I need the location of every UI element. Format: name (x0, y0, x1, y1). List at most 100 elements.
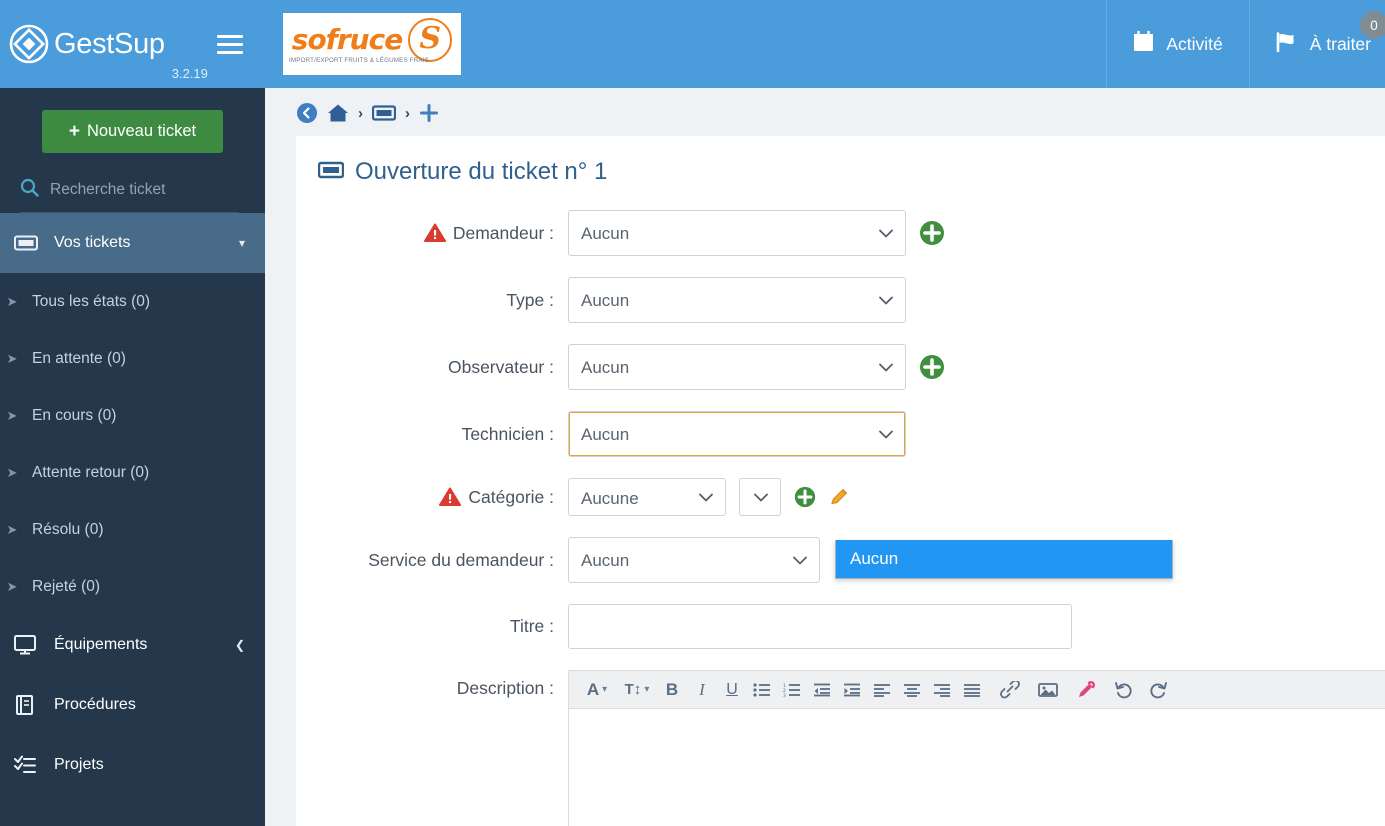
titre-input[interactable] (568, 604, 1072, 649)
field-row-type: Type : Aucun (296, 277, 1385, 323)
sidebar-item-procedures[interactable]: Procédures (0, 675, 265, 735)
plus-icon[interactable] (419, 103, 439, 123)
align-right-icon[interactable] (927, 671, 957, 709)
sidebar-item-rejete[interactable]: ➤ Rejeté (0) (0, 558, 265, 615)
topbar-item-label: Activité (1166, 33, 1223, 54)
main-area: sofruce S IMPORT/EXPORT FRUITS & LÉGUMES… (265, 0, 1385, 826)
add-demandeur-button[interactable] (919, 220, 945, 246)
font-size-icon[interactable]: T↕ ▾ (617, 671, 657, 709)
sidebar: GestSup 3.2.19 + Nouveau ticket Recherch… (0, 0, 265, 826)
new-ticket-button[interactable]: + Nouveau ticket (42, 110, 223, 153)
sidebar-item-projets[interactable]: Projets (0, 735, 265, 795)
company-logo-word: sofruce (291, 23, 403, 56)
chevron-right-icon: ➤ (6, 578, 18, 594)
field-label-description: Description : (296, 670, 568, 699)
field-row-demandeur: Demandeur : Aucun (296, 210, 1385, 256)
company-logo-mark: S (408, 18, 453, 62)
sidebar-item-equipements[interactable]: Équipements ❮ (0, 615, 265, 675)
sidebar-item-en-cours[interactable]: ➤ En cours (0) (0, 387, 265, 444)
status-badge: 0 (1360, 11, 1385, 39)
field-label-text: Technicien : (461, 423, 554, 444)
field-control-type: Aucun (568, 277, 906, 323)
sidebar-subitem-label: Rejeté (0) (32, 577, 101, 595)
back-arrow-icon[interactable] (296, 102, 318, 124)
topbar-item-activite[interactable]: Activité (1106, 0, 1248, 88)
field-row-titre: Titre : (296, 604, 1385, 649)
sidebar-item-tous-les-etats[interactable]: ➤ Tous les états (0) (0, 273, 265, 330)
italic-icon[interactable]: I (687, 671, 717, 709)
field-control-technicien: Aucun (568, 411, 906, 457)
book-icon (14, 694, 40, 716)
company-logo-row: sofruce S (291, 18, 453, 62)
categorie-sub-select[interactable] (739, 478, 781, 516)
app-version: 3.2.19 (171, 66, 208, 81)
field-control-categorie: Aucune (568, 478, 849, 516)
link-icon[interactable] (995, 671, 1025, 709)
list-check-icon (14, 755, 40, 775)
outdent-icon[interactable] (807, 671, 837, 709)
plus-icon: + (68, 121, 80, 142)
underline-icon[interactable]: U (717, 671, 747, 709)
ticket-search[interactable] (20, 178, 239, 213)
font-color-icon[interactable]: A ▾ (577, 671, 617, 709)
sidebar-item-vos-tickets[interactable]: Vos tickets ▾ (0, 213, 265, 273)
editor-toolbar: A ▾ T↕ ▾ B I U 1 2 3 (569, 671, 1385, 709)
align-justify-icon[interactable] (957, 671, 987, 709)
categorie-select[interactable]: Aucune (568, 478, 726, 516)
add-categorie-button[interactable] (794, 486, 816, 508)
home-icon[interactable] (327, 103, 349, 123)
bullet-list-icon[interactable] (747, 671, 777, 709)
undo-icon[interactable] (1109, 671, 1139, 709)
company-logo: sofruce S IMPORT/EXPORT FRUITS & LÉGUMES… (283, 13, 461, 75)
image-icon[interactable] (1033, 671, 1063, 709)
dropdown-option-aucun[interactable]: Aucun (836, 540, 1172, 578)
type-select[interactable]: Aucun (568, 277, 906, 323)
app-title: GestSup (54, 27, 165, 60)
topbar-item-a-traiter[interactable]: À traiter 0 (1248, 0, 1385, 88)
sidebar-item-label: Vos tickets (54, 234, 131, 251)
field-row-description: Description : A ▾ T↕ ▾ B I U 1 2 3 (296, 670, 1385, 826)
bold-icon[interactable]: B (657, 671, 687, 709)
company-logo-letter: S (419, 21, 442, 56)
field-label-text: Demandeur : (452, 222, 554, 243)
sidebar-item-resolu[interactable]: ➤ Résolu (0) (0, 501, 265, 558)
ticket-icon (317, 158, 345, 186)
description-editor-body[interactable] (569, 709, 1385, 826)
chevron-right-icon: ➤ (6, 521, 18, 537)
align-left-icon[interactable] (867, 671, 897, 709)
calendar-icon (1133, 30, 1154, 57)
observateur-select[interactable]: Aucun (568, 344, 906, 390)
monitor-icon (14, 635, 40, 655)
ticket-form-card: Ouverture du ticket n° 1 Demandeur: Auc… (296, 136, 1385, 826)
numbered-list-icon[interactable]: 1 2 3 (777, 671, 807, 709)
sidebar-item-attente-retour[interactable]: ➤ Attente retour (0) (0, 444, 265, 501)
technicien-select[interactable]: Aucun (568, 411, 906, 457)
page-title: Ouverture du ticket n° 1 (296, 136, 1385, 204)
indent-icon[interactable] (837, 671, 867, 709)
chevron-right-icon: ➤ (6, 464, 18, 480)
breadcrumb-separator: › (358, 104, 363, 122)
ticket-icon[interactable] (372, 105, 396, 121)
align-center-icon[interactable] (897, 671, 927, 709)
redo-icon[interactable] (1143, 671, 1173, 709)
hamburger-menu-icon[interactable] (217, 30, 243, 59)
field-label-text: Titre : (509, 616, 554, 636)
service-demandeur-select[interactable]: Aucun (568, 537, 820, 583)
highlighter-pen-icon[interactable] (1071, 671, 1101, 709)
sidebar-subitem-label: Tous les états (0) (32, 292, 151, 310)
field-control-demandeur: Aucun (568, 210, 945, 256)
sidebar-subitem-label: En cours (0) (32, 406, 117, 424)
field-label-technicien: Technicien : (296, 424, 568, 445)
sidebar-item-en-attente[interactable]: ➤ En attente (0) (0, 330, 265, 387)
search-input[interactable] (50, 181, 239, 199)
edit-categorie-button[interactable] (829, 487, 849, 507)
demandeur-select[interactable]: Aucun (568, 210, 906, 256)
company-logo-tagline: IMPORT/EXPORT FRUITS & LÉGUMES FRAIS (289, 57, 429, 64)
sidebar-item-label: Procédures (54, 696, 136, 713)
add-observateur-button[interactable] (919, 354, 945, 380)
field-row-categorie: Catégorie : Aucune (296, 478, 1385, 516)
field-label-text: Description : (456, 678, 554, 698)
field-row-technicien: Technicien : Aucun (296, 411, 1385, 457)
page-title-text: Ouverture du ticket n° 1 (355, 158, 608, 185)
field-control-titre (568, 604, 1072, 649)
